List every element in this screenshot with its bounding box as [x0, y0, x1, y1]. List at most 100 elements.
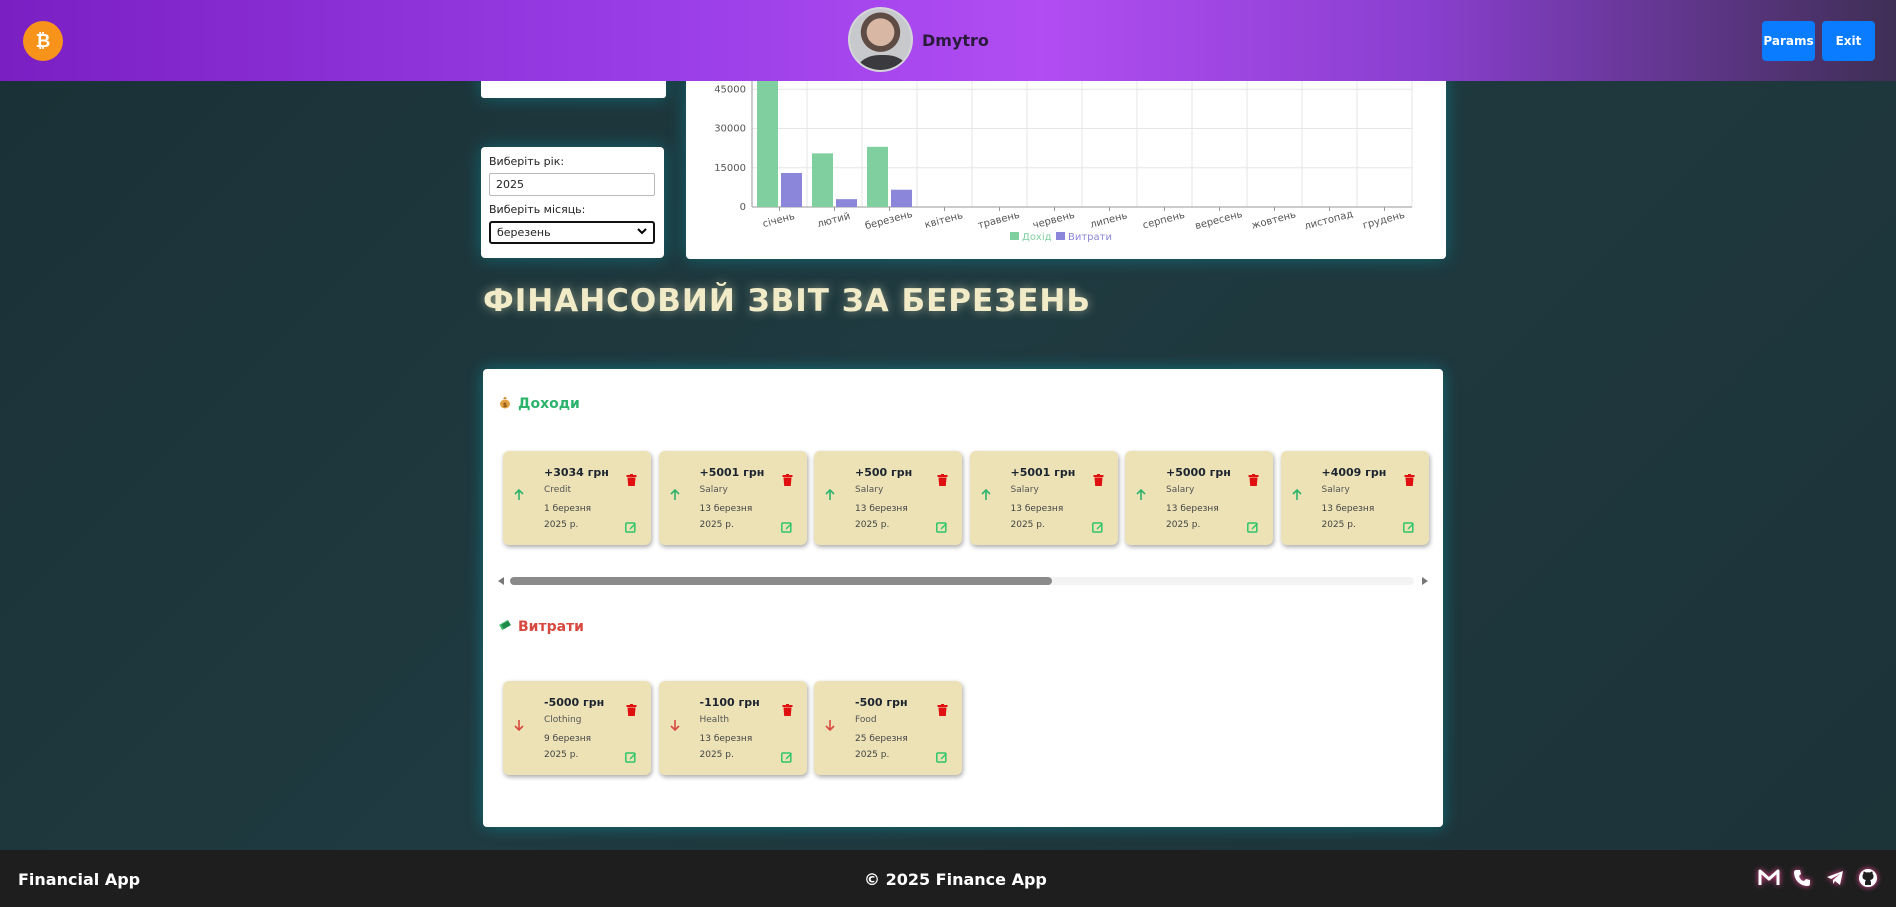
scroll-track[interactable] — [510, 577, 1414, 585]
x-tick-label: квітень — [923, 209, 964, 231]
edit-icon[interactable] — [1091, 518, 1104, 537]
expense-card[interactable]: -500 грн Food 25 березня 2025 р. — [814, 681, 962, 775]
chevron-down-icon — [637, 226, 647, 239]
transaction-category: Salary — [855, 485, 884, 495]
github-icon[interactable] — [1856, 866, 1880, 890]
income-card[interactable]: +5000 грн Salary 13 березня 2025 р. — [1125, 451, 1273, 545]
transaction-date: 13 березня 2025 р. — [1322, 501, 1382, 533]
edit-icon[interactable] — [1247, 518, 1259, 537]
transaction-date-year: 2025 р. — [1010, 520, 1045, 530]
expense-title-text: Витрати — [518, 619, 584, 635]
transaction-date-year: 2025 р. — [544, 750, 579, 760]
income-card[interactable]: +5001 грн Salary 13 березня 2025 р. — [658, 451, 807, 545]
money-wings-icon — [498, 618, 512, 636]
footer: Financial App © 2025 Finance App — [0, 850, 1896, 907]
expense-card[interactable]: -1100 грн Health 13 березня 2025 р. — [658, 681, 807, 775]
x-tick-label: липень — [1089, 210, 1129, 230]
bar-income — [757, 70, 778, 207]
transaction-date-day: 25 березня — [855, 734, 908, 744]
arrow-up-icon — [980, 488, 991, 505]
delete-icon[interactable] — [1093, 471, 1104, 490]
delete-icon[interactable] — [626, 471, 637, 490]
edit-icon[interactable] — [780, 748, 793, 767]
gmail-icon[interactable] — [1757, 866, 1781, 890]
scroll-left-arrow[interactable] — [498, 577, 504, 585]
edit-icon[interactable] — [780, 518, 793, 537]
svg-text:$: $ — [503, 402, 507, 409]
arrow-up-icon — [514, 488, 524, 505]
income-section-title: $ Доходи — [498, 395, 580, 413]
bar-expense — [781, 172, 802, 207]
transaction-date: 13 березня 2025 р. — [700, 501, 760, 533]
month-select[interactable]: березень — [489, 221, 655, 244]
exit-button[interactable]: Exit — [1822, 21, 1875, 61]
delete-icon[interactable] — [937, 701, 948, 720]
bitcoin-icon[interactable]: ₿ — [23, 21, 63, 61]
month-select-value: березень — [497, 226, 551, 239]
filter-card: Виберіть рік: 2025 Виберіть місяць: бере… — [481, 147, 664, 258]
username: Dmytro — [922, 31, 989, 50]
transaction-amount: -500 грн — [855, 696, 908, 709]
income-scrollbar[interactable] — [498, 575, 1428, 587]
edit-icon[interactable] — [936, 748, 948, 767]
edit-icon[interactable] — [625, 748, 637, 767]
bar-expense — [836, 199, 857, 207]
transaction-date-year: 2025 р. — [855, 750, 890, 760]
year-input[interactable]: 2025 — [489, 173, 655, 196]
delete-icon[interactable] — [626, 701, 637, 720]
x-tick-label: червень — [1032, 210, 1076, 232]
x-tick-label: січень — [761, 210, 796, 230]
legend-swatch — [1056, 232, 1065, 240]
transaction-category: Food — [855, 715, 877, 725]
transaction-amount: +5001 грн — [1010, 466, 1076, 479]
avatar[interactable] — [848, 7, 913, 72]
income-card[interactable]: +3034 грн Credit 1 березня 2025 р. — [503, 451, 651, 545]
transaction-category: Credit — [544, 485, 572, 495]
delete-icon[interactable] — [782, 471, 793, 490]
transaction-category: Salary — [1166, 485, 1195, 495]
income-card[interactable]: +500 грн Salary 13 березня 2025 р. — [814, 451, 962, 545]
transaction-date-year: 2025 р. — [855, 520, 890, 530]
arrow-down-icon — [514, 719, 524, 735]
transaction-date-year: 2025 р. — [1321, 520, 1356, 530]
transaction-date-year: 2025 р. — [699, 520, 734, 530]
transaction-amount: +3034 грн — [544, 466, 609, 479]
delete-icon[interactable] — [782, 701, 793, 720]
x-tick-label: березень — [864, 209, 914, 232]
edit-icon[interactable] — [625, 518, 637, 537]
telegram-icon[interactable] — [1823, 866, 1847, 890]
delete-icon[interactable] — [937, 471, 948, 490]
scroll-thumb[interactable] — [510, 577, 1053, 585]
transaction-date-day: 1 березня — [544, 504, 592, 514]
transaction-date: 13 березня 2025 р. — [1166, 501, 1226, 533]
footer-copyright: © 2025 Finance App — [864, 870, 1047, 889]
money-bag-icon: $ — [498, 395, 512, 413]
year-label: Виберіть рік: — [489, 155, 565, 168]
report-panel: $ Доходи +3034 грн Credit 1 березня 2025 р.… — [483, 369, 1443, 827]
transaction-date: 25 березня 2025 р. — [855, 731, 915, 763]
transaction-amount: +4009 грн — [1321, 466, 1387, 479]
page-title: ФІНАНСОВИЙ ЗВІТ ЗА БЕРЕЗЕНЬ — [483, 283, 1091, 319]
x-tick-label: серпень — [1142, 210, 1187, 232]
arrow-up-icon — [1291, 488, 1302, 505]
transaction-date: 1 березня 2025 р. — [544, 501, 604, 533]
transaction-date-day: 13 березня — [1010, 504, 1064, 514]
params-button[interactable]: Params — [1762, 21, 1815, 61]
income-card[interactable]: +5001 грн Salary 13 березня 2025 р. — [969, 451, 1118, 545]
transaction-amount: +5000 грн — [1166, 466, 1231, 479]
expense-section-title: Витрати — [498, 618, 584, 636]
transaction-date-year: 2025 р. — [1166, 520, 1201, 530]
income-card[interactable]: +4009 грн Salary 13 березня 2025 р. — [1280, 451, 1429, 545]
x-tick-label: травень — [977, 210, 1021, 232]
edit-icon[interactable] — [936, 518, 948, 537]
expense-card[interactable]: -5000 грн Clothing 9 березня 2025 р. — [503, 681, 651, 775]
transaction-category: Salary — [699, 485, 728, 495]
transaction-date-day: 13 березня — [1166, 504, 1219, 514]
transaction-date: 13 березня 2025 р. — [855, 501, 915, 533]
arrow-up-icon — [669, 488, 680, 505]
delete-icon[interactable] — [1404, 471, 1415, 490]
delete-icon[interactable] — [1248, 471, 1259, 490]
phone-icon[interactable] — [1790, 866, 1814, 890]
scroll-right-arrow[interactable] — [1422, 577, 1428, 585]
edit-icon[interactable] — [1402, 518, 1415, 537]
